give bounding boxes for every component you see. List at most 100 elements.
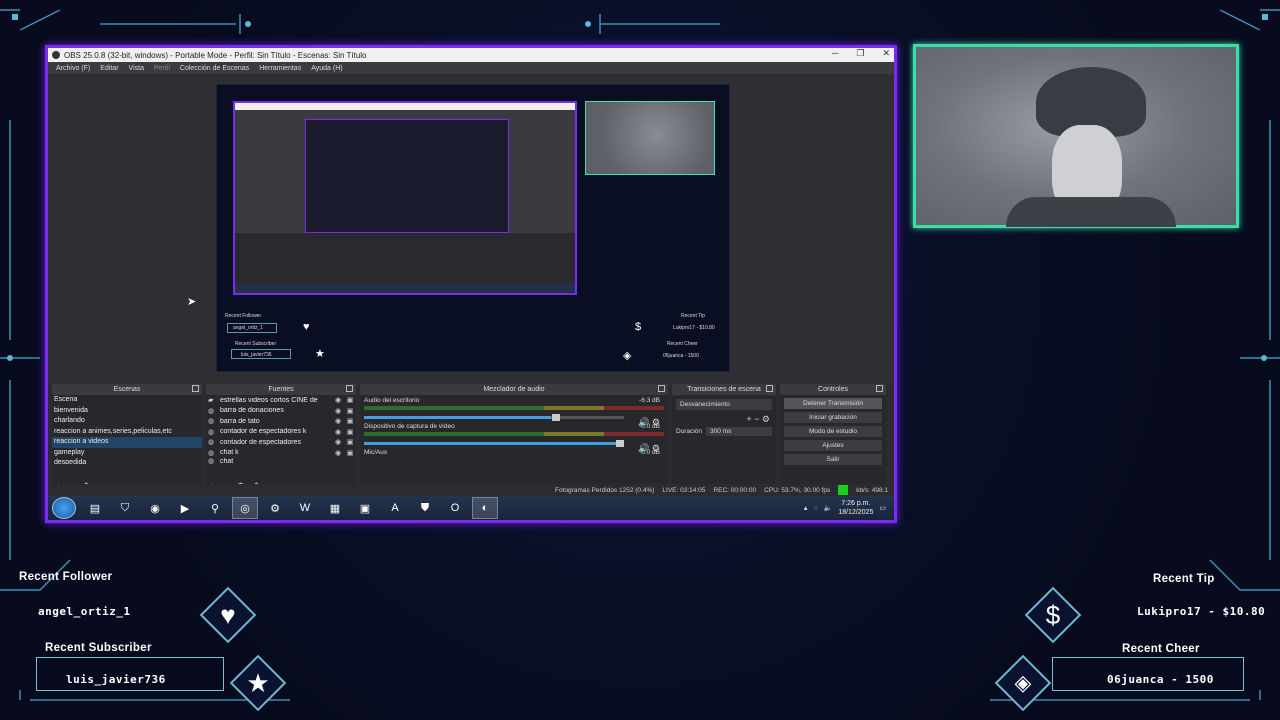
recent-cheer-title: Recent Cheer	[1122, 643, 1200, 655]
obs-status-bar: Fotogramas Perdidos 1252 (0.4%) LIVE: 03…	[48, 484, 894, 496]
clock-time: 7:26 p.m.	[841, 500, 871, 507]
cpu-status: CPU: 53.7%, 30.00 fps	[764, 486, 831, 494]
network-icon[interactable]: ◌	[813, 505, 817, 512]
preview-area[interactable]: Recent Follower angel_ortiz_1 ♥ Recent S…	[48, 74, 894, 384]
windows-taskbar: ▤ ⛉ ◉ ▶ ⚲ ◎ ⚙ W ▦ ▣ A ⛊ O ◐ ▴ ◌ 🔈 7:26 p…	[48, 496, 894, 520]
tray-chevron-up-icon[interactable]: ▴	[804, 504, 808, 512]
source-item[interactable]: ◍ contador de espectadores ◉ ▣	[206, 437, 356, 448]
mixer-channel: Mic/Aux 0.0 dB	[360, 447, 668, 457]
volume-icon[interactable]: 🔈	[824, 504, 833, 512]
recent-subscriber-title: Recent Subscriber	[45, 642, 152, 654]
obs-window-title: OBS 25.0.8 (32-bit, windows) - Portable …	[64, 50, 367, 60]
media-player-icon[interactable]: ▶	[172, 497, 198, 519]
dock-popout-icon[interactable]	[766, 385, 773, 392]
obs-task-icon[interactable]: ◎	[232, 497, 258, 519]
settings-button[interactable]: Ajustes	[784, 440, 882, 451]
volume-slider[interactable]	[364, 414, 624, 421]
remove-icon[interactable]: −	[754, 414, 759, 424]
diamond-icon: ◈	[1014, 670, 1032, 695]
eye-icon[interactable]: ◉	[332, 417, 344, 425]
volume-slider[interactable]	[364, 440, 624, 447]
pdf-reader-icon[interactable]: A	[382, 497, 408, 519]
nested-obs-panel	[235, 233, 575, 283]
transitions-dock: Transiciones de escena Desvanecimiento +…	[672, 384, 776, 494]
window-app-icon[interactable]: ▦	[322, 497, 348, 519]
menu-herramientas[interactable]: Herramientas	[259, 65, 301, 72]
recent-follower-title: Recent Follower	[19, 571, 113, 583]
menu-vista[interactable]: Vista	[129, 65, 144, 72]
menu-archivo[interactable]: Archivo (F)	[56, 65, 90, 72]
dock-popout-icon[interactable]	[658, 385, 665, 392]
settings-app-icon[interactable]: ⚙	[262, 497, 288, 519]
scene-item[interactable]: Escena	[52, 395, 202, 406]
recent-tip-title: Recent Tip	[1153, 573, 1215, 585]
dock-popout-icon[interactable]	[192, 385, 199, 392]
scene-item[interactable]: gameplay	[52, 448, 202, 459]
menu-editar[interactable]: Editar	[100, 65, 118, 72]
webcam-person-shirt	[1006, 197, 1176, 227]
opera-icon[interactable]: O	[442, 497, 468, 519]
search-app-icon[interactable]: ⚲	[202, 497, 228, 519]
transition-select[interactable]: Desvanecimiento	[676, 399, 772, 410]
file-explorer-icon[interactable]: ▤	[82, 497, 108, 519]
scene-item[interactable]: bienvenida	[52, 406, 202, 417]
lock-icon[interactable]: ▣	[344, 428, 356, 436]
duration-input[interactable]: 300 ms	[706, 427, 772, 436]
menu-coleccion-escenas[interactable]: Colección de Escenas	[180, 65, 249, 72]
word-icon[interactable]: W	[292, 497, 318, 519]
system-tray: ▴ ◌ 🔈 7:26 p.m. 18/12/2025 ▭	[804, 499, 894, 517]
stop-streaming-button[interactable]: Detener Transmisión	[784, 398, 882, 409]
eye-icon[interactable]: ◉	[332, 438, 344, 446]
source-item[interactable]: ◍ chat k ◉ ▣	[206, 448, 356, 459]
add-icon[interactable]: +	[746, 414, 751, 424]
transitions-header: Transiciones de escena	[687, 386, 761, 393]
volume-meter	[364, 406, 664, 410]
eye-icon[interactable]: ◉	[332, 396, 344, 404]
dock-popout-icon[interactable]	[876, 385, 883, 392]
stream-health-indicator	[838, 485, 849, 495]
scene-item[interactable]: charlando	[52, 416, 202, 427]
menu-ayuda[interactable]: Ayuda (H)	[311, 65, 342, 72]
shield-app-icon[interactable]: ⛊	[412, 497, 438, 519]
firefox-icon[interactable]: ◉	[142, 497, 168, 519]
channel-name: Dispositivo de captura de vídeo	[364, 423, 455, 430]
close-icon[interactable]: ✕	[882, 48, 890, 59]
clock[interactable]: 7:26 p.m. 18/12/2025	[838, 499, 873, 517]
scene-preview[interactable]: Recent Follower angel_ortiz_1 ♥ Recent S…	[216, 84, 730, 372]
eye-icon[interactable]: ◉	[332, 428, 344, 436]
start-recording-button[interactable]: Iniciar grabación	[784, 412, 882, 423]
notification-icon[interactable]: ▭	[879, 504, 886, 512]
minimize-icon[interactable]: ─	[832, 48, 838, 59]
recent-follower-value: angel_ortiz_1	[38, 605, 131, 618]
kbps-status: kb/s: 498.1	[856, 486, 888, 494]
channel-db: 0.0 dB	[641, 423, 660, 430]
eye-icon[interactable]: ◉	[332, 449, 344, 457]
studio-mode-button[interactable]: Modo de estudio	[784, 426, 882, 437]
gear-icon[interactable]: ⚙	[762, 414, 770, 424]
brave-browser-icon[interactable]: ⛉	[112, 497, 138, 519]
exit-button[interactable]: Salir	[784, 454, 882, 465]
image-app-icon[interactable]: ▣	[352, 497, 378, 519]
obs-studio-icon[interactable]: ◐	[472, 497, 498, 519]
start-button[interactable]	[52, 497, 76, 519]
maximize-icon[interactable]: ❐	[856, 48, 864, 59]
menu-perfil[interactable]: Perfil	[154, 65, 170, 72]
live-status: LIVE: 03:14:05	[662, 486, 706, 494]
lock-icon[interactable]: ▣	[344, 407, 356, 415]
source-item[interactable]: ◍ barra de tato ◉ ▣	[206, 416, 356, 427]
source-item[interactable]: ◍ chat	[206, 458, 356, 464]
source-item[interactable]: ◍ barra de donaciones ◉ ▣	[206, 406, 356, 417]
source-item[interactable]: ▰ estrellas videos cortos CINE de ◉ ▣	[206, 395, 356, 406]
mouse-cursor-icon: ➤	[187, 296, 197, 308]
lock-icon[interactable]: ▣	[344, 417, 356, 425]
scene-item-selected[interactable]: reaccion a videos	[52, 437, 202, 448]
lock-icon[interactable]: ▣	[344, 438, 356, 446]
dock-popout-icon[interactable]	[346, 385, 353, 392]
source-item[interactable]: ◍ contador de espectadores k ◉ ▣	[206, 427, 356, 438]
eye-icon[interactable]: ◉	[332, 407, 344, 415]
scene-item[interactable]: reaccion a animes,series,peliculas,etc	[52, 427, 202, 438]
mini-cheer-value: 06juanca - 1500	[663, 353, 699, 359]
lock-icon[interactable]: ▣	[344, 449, 356, 457]
lock-icon[interactable]: ▣	[344, 396, 356, 404]
scene-item[interactable]: despedida	[52, 458, 202, 464]
